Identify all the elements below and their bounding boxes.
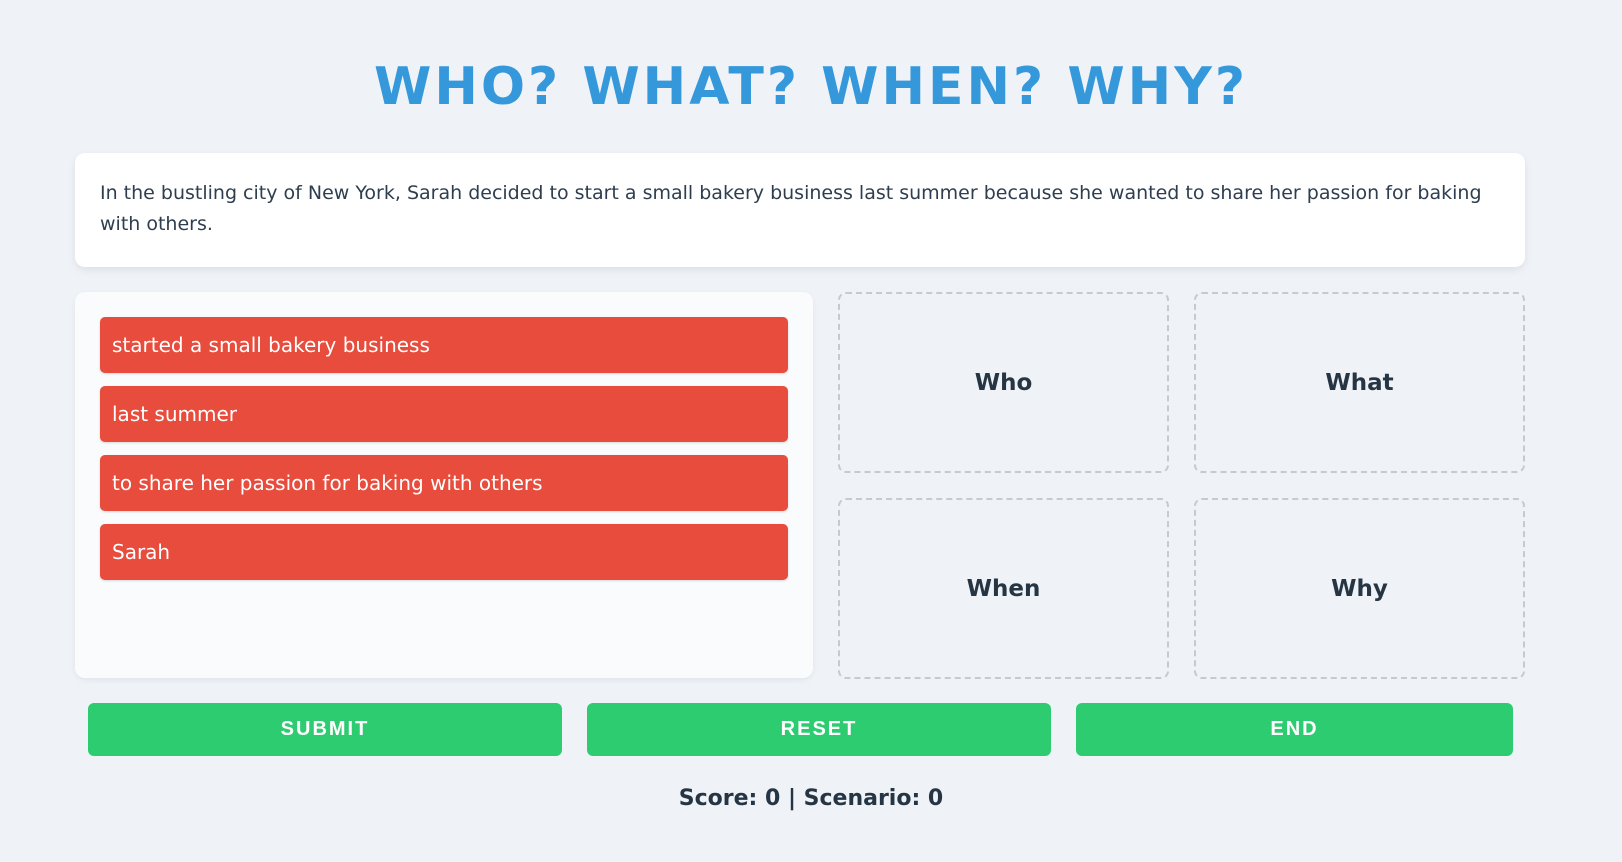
why-label: Why (1331, 575, 1388, 602)
score-status: Score: 0 | Scenario: 0 (678, 786, 944, 811)
when-dropzone[interactable]: When (838, 498, 1169, 679)
phrase-card[interactable]: Sarah (100, 524, 788, 580)
submit-button[interactable]: SUBMIT (88, 703, 562, 756)
when-label: When (966, 575, 1041, 602)
end-button[interactable]: END (1076, 703, 1513, 756)
phrase-card[interactable]: to share her passion for baking with oth… (100, 455, 788, 511)
phrase-card[interactable]: started a small bakery business (100, 317, 788, 373)
what-dropzone[interactable]: What (1194, 292, 1525, 473)
scenario-text: In the bustling city of New York, Sarah … (100, 182, 1482, 235)
phrase-card[interactable]: last summer (100, 386, 788, 442)
what-label: What (1325, 369, 1394, 396)
who-dropzone[interactable]: Who (838, 292, 1169, 473)
phrase-pool: started a small bakery business last sum… (75, 292, 813, 678)
why-dropzone[interactable]: Why (1194, 498, 1525, 679)
scenario-card: In the bustling city of New York, Sarah … (75, 153, 1525, 267)
who-label: Who (974, 369, 1033, 396)
page-title: WHO? WHAT? WHEN? WHY? (373, 57, 1249, 117)
reset-button[interactable]: RESET (587, 703, 1051, 756)
